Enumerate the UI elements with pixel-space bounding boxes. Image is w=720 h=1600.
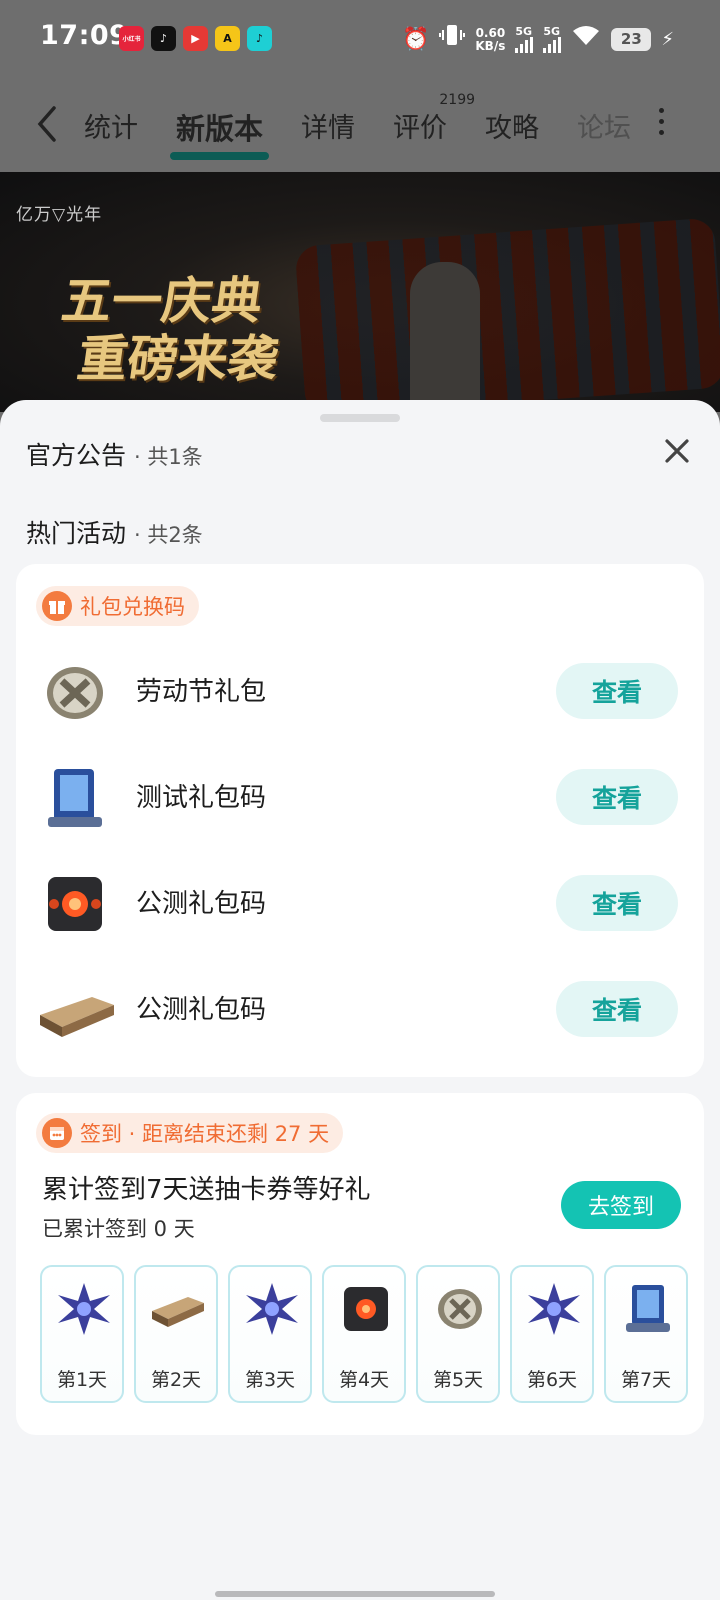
gift-row: 劳动节礼包 查看 xyxy=(16,651,704,731)
signin-button[interactable]: 去签到 xyxy=(561,1181,681,1229)
tab-statistics[interactable]: 统计 xyxy=(84,106,138,148)
tiktok-app-icon: ♪ xyxy=(151,26,176,51)
blue-capsule-icon xyxy=(48,769,102,827)
wifi-icon xyxy=(571,23,601,56)
close-icon[interactable] xyxy=(662,436,692,466)
calendar-icon xyxy=(42,1118,72,1148)
signal-2-icon: 5G xyxy=(543,26,562,53)
tab-guides[interactable]: 攻略 xyxy=(485,106,539,148)
signin-day-list: 第1天 第2天 第3天 第4天 第5天 第6天 第7天 xyxy=(40,1265,688,1403)
hot-activities-header: 热门活动 · 共2条 xyxy=(26,519,203,548)
signin-card: 签到 · 距离结束还剩 27 天 累计签到7天送抽卡券等好礼 已累计签到 0 天… xyxy=(16,1093,704,1435)
view-button[interactable]: 查看 xyxy=(556,769,678,825)
sheet-drag-handle[interactable] xyxy=(320,414,400,422)
signin-day[interactable]: 第7天 xyxy=(604,1265,688,1403)
view-button[interactable]: 查看 xyxy=(556,981,678,1037)
gift-icon xyxy=(42,591,72,621)
charging-icon: ⚡ xyxy=(661,29,674,50)
gift-row: 公测礼包码 查看 xyxy=(16,969,704,1049)
red-core-cube-icon xyxy=(48,877,102,931)
gift-name: 劳动节礼包 xyxy=(136,677,267,707)
x-coin-icon xyxy=(438,1289,482,1329)
gift-row: 公测礼包码 查看 xyxy=(16,863,704,943)
net-speed: 0.60 KB/s xyxy=(475,25,506,53)
ore-bar-icon xyxy=(152,1297,204,1327)
top-nav: 统计 新版本 详情 评价 2199 攻略 论坛 xyxy=(0,80,720,172)
purple-crystal-icon xyxy=(528,1283,580,1335)
signin-day[interactable]: 第3天 xyxy=(228,1265,312,1403)
home-indicator[interactable] xyxy=(215,1591,495,1597)
signin-day[interactable]: 第4天 xyxy=(322,1265,406,1403)
gift-code-card: 礼包兑换码 劳动节礼包 查看 测试礼包码 查看 公测礼包码 查看 公测礼包码 查… xyxy=(16,564,704,1077)
signin-day[interactable]: 第5天 xyxy=(416,1265,500,1403)
signin-day[interactable]: 第2天 xyxy=(134,1265,218,1403)
gift-code-pill: 礼包兑换码 xyxy=(36,586,199,626)
status-bar: 17:09 小红书 ♪ ▶ A ♪ ⏰ 0.60 KB/s 5G 5G 23 ⚡ xyxy=(0,0,720,80)
tab-reviews[interactable]: 评价 2199 xyxy=(393,92,475,148)
view-button[interactable]: 查看 xyxy=(556,663,678,719)
blue-capsule-icon xyxy=(626,1285,670,1332)
tab-reviews-label: 评价 xyxy=(393,113,448,144)
purple-crystal-icon xyxy=(246,1283,298,1335)
ore-bar-icon xyxy=(40,997,114,1037)
review-count-badge: 2199 xyxy=(439,92,476,108)
x-coin-icon xyxy=(47,667,103,719)
tiktok-lite-app-icon: ♪ xyxy=(247,26,272,51)
tab-forum[interactable]: 论坛 xyxy=(577,106,631,148)
yellow-app-icon: A xyxy=(215,26,240,51)
gift-name: 公测礼包码 xyxy=(136,995,267,1025)
status-indicators: ⏰ 0.60 KB/s 5G 5G 23 ⚡ xyxy=(402,22,674,57)
alarm-icon: ⏰ xyxy=(401,26,430,52)
notification-app-icons: 小红书 ♪ ▶ A ♪ xyxy=(119,26,272,51)
banner-title: 五一庆典 重磅来袭 xyxy=(58,272,282,388)
video-app-icon: ▶ xyxy=(183,26,208,51)
signin-reward-title: 累计签到7天送抽卡券等好礼 xyxy=(42,1175,371,1205)
activity-bottom-sheet: 官方公告 · 共1条 热门活动 · 共2条 礼包兑换码 劳动节礼包 查看 测试礼… xyxy=(0,400,720,1600)
more-options-icon[interactable] xyxy=(659,108,664,135)
gift-name: 测试礼包码 xyxy=(136,783,267,813)
banner-machine-art xyxy=(294,217,720,412)
red-core-cube-icon xyxy=(344,1287,388,1331)
xiaohongshu-app-icon: 小红书 xyxy=(119,26,144,51)
tab-details[interactable]: 详情 xyxy=(301,106,355,148)
battery-icon: 23 xyxy=(611,28,652,51)
signin-day[interactable]: 第6天 xyxy=(510,1265,594,1403)
signin-progress: 已累计签到 0 天 xyxy=(42,1217,195,1241)
vibrate-icon xyxy=(439,22,466,57)
game-logo: 亿万▽光年 xyxy=(16,205,103,225)
banner-character-art xyxy=(410,262,480,412)
purple-crystal-icon xyxy=(58,1283,110,1335)
gift-row: 测试礼包码 查看 xyxy=(16,757,704,837)
promo-banner: 亿万▽光年 五一庆典 重磅来袭 xyxy=(0,172,720,412)
tab-bar: 统计 新版本 详情 评价 2199 攻略 论坛 xyxy=(84,92,669,160)
status-time: 17:09 xyxy=(40,20,129,51)
announcements-header[interactable]: 官方公告 · 共1条 xyxy=(26,436,203,472)
back-arrow-icon[interactable] xyxy=(30,102,64,146)
signin-day[interactable]: 第1天 xyxy=(40,1265,124,1403)
signal-1-icon: 5G xyxy=(515,26,534,53)
signin-countdown-pill: 签到 · 距离结束还剩 27 天 xyxy=(36,1113,344,1153)
gift-name: 公测礼包码 xyxy=(136,889,267,919)
tab-new-version[interactable]: 新版本 xyxy=(169,106,270,160)
view-button[interactable]: 查看 xyxy=(556,875,678,931)
